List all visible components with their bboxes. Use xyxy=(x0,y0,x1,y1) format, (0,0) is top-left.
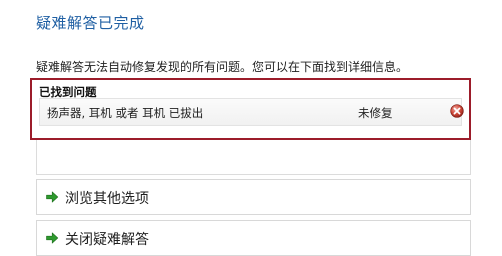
error-icon xyxy=(450,104,464,118)
close-troubleshooter-label: 关闭疑难解答 xyxy=(65,232,149,248)
browse-other-options-label: 浏览其他选项 xyxy=(65,191,149,207)
found-problems-panel: 已找到问题 扬声器, 耳机 或者 耳机 已拔出 未修复 xyxy=(30,78,471,140)
close-troubleshooter-button[interactable]: 关闭疑难解答 xyxy=(36,220,471,256)
details-panel xyxy=(36,140,471,175)
page-description: 疑难解答无法自动修复发现的所有问题。您可以在下面找到详细信息。 xyxy=(36,60,409,74)
problem-status: 未修复 xyxy=(358,106,393,120)
green-arrow-icon xyxy=(46,232,59,244)
problem-row[interactable]: 扬声器, 耳机 或者 耳机 已拔出 未修复 xyxy=(39,98,464,126)
page-title: 疑难解答已完成 xyxy=(36,14,145,32)
problem-name: 扬声器, 耳机 或者 耳机 已拔出 xyxy=(47,106,204,120)
browse-other-options-button[interactable]: 浏览其他选项 xyxy=(36,179,471,215)
green-arrow-icon xyxy=(46,191,59,203)
